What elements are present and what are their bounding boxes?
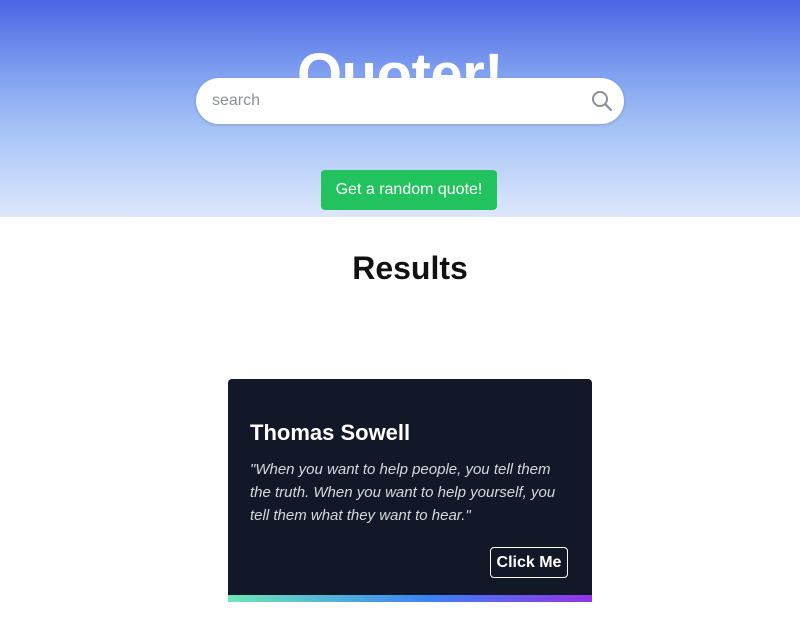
quote-card: Thomas Sowell "When you want to help peo… [228, 379, 592, 602]
click-me-button[interactable]: Click Me [490, 547, 568, 578]
quote-text: "When you want to help people, you tell … [250, 461, 556, 524]
search-bar[interactable] [196, 78, 624, 124]
search-input[interactable] [196, 78, 582, 124]
search-icon[interactable] [590, 89, 614, 113]
results-heading: Results [352, 250, 468, 286]
hero-header: Quoter! Get a random quote! [0, 0, 800, 217]
quote-author: Thomas Sowell [250, 420, 411, 445]
random-quote-button[interactable]: Get a random quote! [321, 170, 497, 210]
card-accent-bar [228, 595, 592, 602]
